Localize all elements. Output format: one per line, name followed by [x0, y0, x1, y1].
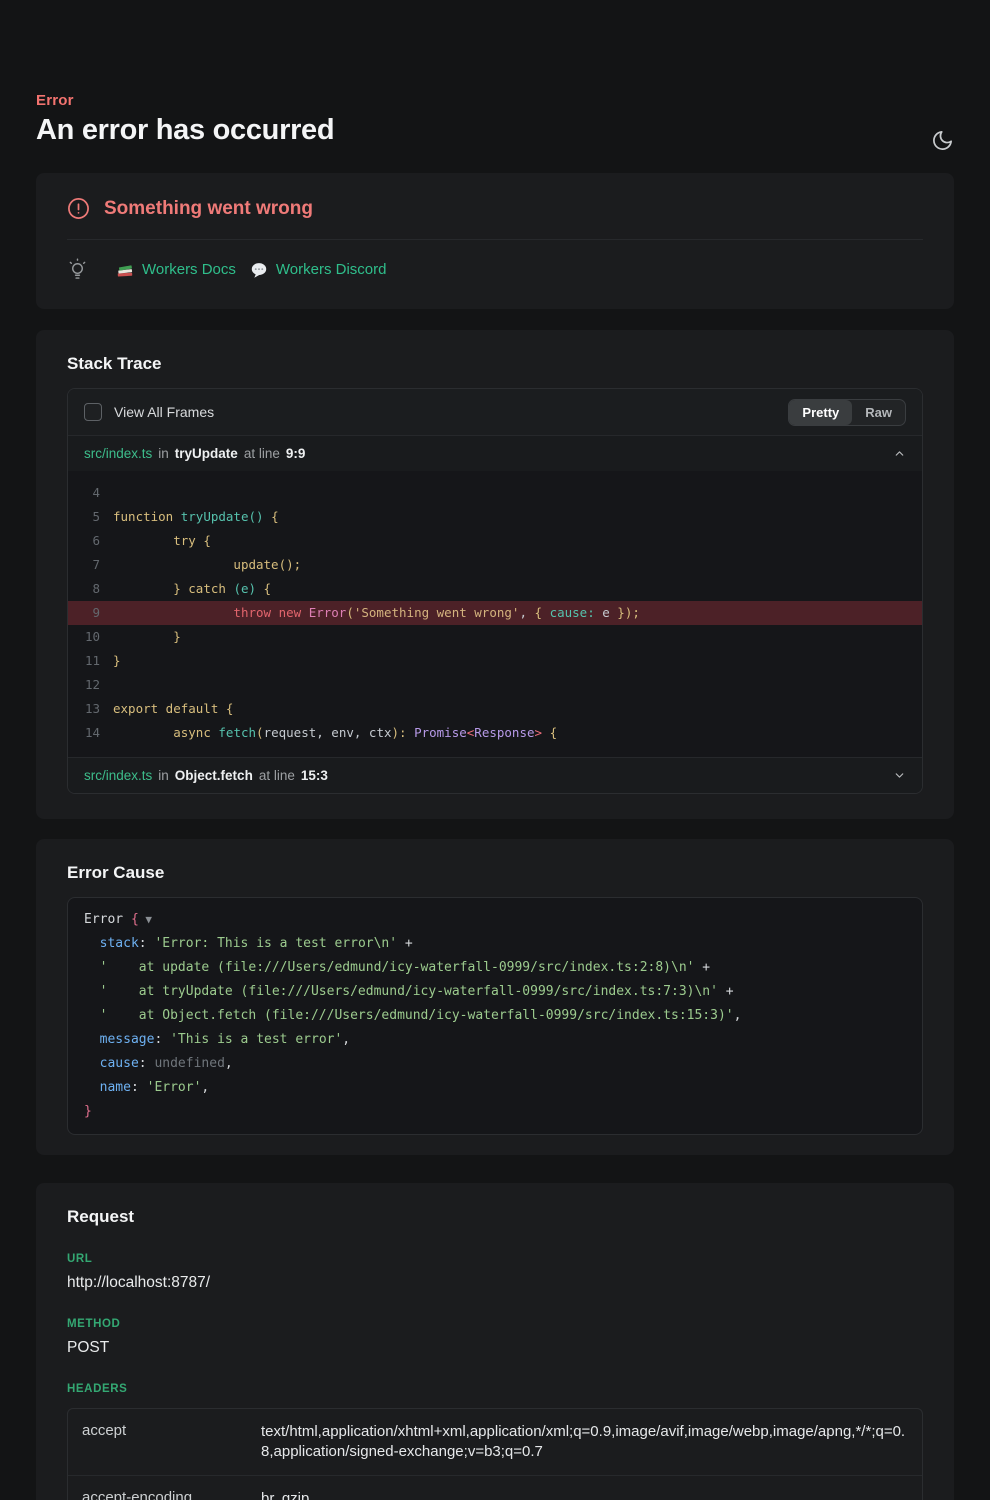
header-key: accept-encoding: [68, 1475, 247, 1500]
moon-icon: [931, 129, 954, 152]
speech-bubble-icon: [250, 261, 268, 279]
code-line-highlighted: 9 throw new Error('Something went wrong'…: [68, 601, 922, 625]
toggle-pretty-button[interactable]: Pretty: [789, 400, 852, 425]
code-line: 5function tryUpdate() {: [68, 505, 922, 529]
error-cause-line: cause: undefined,: [84, 1052, 906, 1076]
error-cause-line: ' at update (file:///Users/edmund/icy-wa…: [84, 956, 906, 980]
error-message: Something went wrong: [104, 198, 313, 220]
stack-frame-header-1[interactable]: src/index.ts in tryUpdate at line 9:9: [68, 435, 922, 471]
stack-frame-header-2[interactable]: src/index.ts in Object.fetch at line 15:…: [68, 757, 922, 793]
header-value: br, gzip: [247, 1475, 922, 1500]
code-line: 6 try {: [68, 529, 922, 553]
stack-trace-heading: Stack Trace: [67, 354, 923, 374]
view-all-frames-checkbox[interactable]: View All Frames: [84, 403, 214, 421]
frame-function: Object.fetch: [175, 768, 253, 783]
code-line: 7 update();: [68, 553, 922, 577]
error-cause-panel: Error { ▼ stack: 'Error: This is a test …: [67, 897, 923, 1135]
header-key: accept: [68, 1409, 247, 1475]
header-row: accepttext/html,application/xhtml+xml,ap…: [68, 1409, 922, 1475]
frame-file: src/index.ts: [84, 446, 152, 461]
request-card: Request URL http://localhost:8787/ METHO…: [36, 1183, 954, 1500]
frame-in-label: in: [158, 446, 169, 461]
workers-discord-label: Workers Discord: [276, 261, 387, 278]
chevron-down-icon: [893, 769, 906, 782]
code-line: 8 } catch (e) {: [68, 577, 922, 601]
code-line: 14 async fetch(request, env, ctx): Promi…: [68, 721, 922, 745]
method-label: METHOD: [67, 1318, 923, 1330]
theme-toggle-button[interactable]: [928, 126, 956, 154]
error-cause-line: stack: 'Error: This is a test error\n' +: [84, 932, 906, 956]
url-label: URL: [67, 1253, 923, 1265]
frame-in-label: in: [158, 768, 169, 783]
headers-label: HEADERS: [67, 1383, 923, 1395]
error-cause-line: }: [84, 1100, 906, 1124]
url-value: http://localhost:8787/: [67, 1274, 923, 1292]
error-cause-line: message: 'This is a test error',: [84, 1028, 906, 1052]
page-title: An error has occurred: [36, 114, 954, 147]
code-block: 45function tryUpdate() {6 try {7 update(…: [68, 471, 922, 757]
error-banner-card: Something went wrong Workers Docs: [36, 173, 954, 309]
error-cause-line: ' at Object.fetch (file:///Users/edmund/…: [84, 1004, 906, 1028]
frame-file: src/index.ts: [84, 768, 152, 783]
lightbulb-icon: [67, 257, 88, 282]
request-heading: Request: [67, 1207, 923, 1227]
code-line: 12: [68, 673, 922, 697]
headers-table: accepttext/html,application/xhtml+xml,ap…: [67, 1408, 923, 1500]
error-cause-line: ' at tryUpdate (file:///Users/edmund/icy…: [84, 980, 906, 1004]
error-cause-card: Error Cause Error { ▼ stack: 'Error: Thi…: [36, 839, 954, 1155]
error-eyebrow: Error: [36, 92, 954, 109]
stack-trace-card: Stack Trace View All Frames Pretty Raw s…: [36, 330, 954, 819]
frame-at-label: at line: [259, 768, 295, 783]
workers-docs-label: Workers Docs: [142, 261, 236, 278]
code-line: 10 }: [68, 625, 922, 649]
alert-circle-icon: [67, 197, 90, 220]
toggle-raw-button[interactable]: Raw: [852, 400, 905, 425]
error-cause-heading: Error Cause: [67, 863, 923, 883]
books-icon: [116, 261, 134, 279]
method-value: POST: [67, 1339, 923, 1357]
frame-line: 15:3: [301, 768, 328, 783]
workers-docs-link[interactable]: Workers Docs: [116, 261, 236, 279]
header-value: text/html,application/xhtml+xml,applicat…: [247, 1409, 922, 1475]
headers-table-body: accepttext/html,application/xhtml+xml,ap…: [68, 1409, 922, 1500]
code-line: 11}: [68, 649, 922, 673]
stack-trace-panel: View All Frames Pretty Raw src/index.ts …: [67, 388, 923, 794]
error-cause-line: Error { ▼: [84, 908, 906, 932]
frame-function: tryUpdate: [175, 446, 238, 461]
code-line: 13export default {: [68, 697, 922, 721]
error-cause-line: name: 'Error',: [84, 1076, 906, 1100]
code-line: 4: [68, 481, 922, 505]
pretty-raw-toggle: Pretty Raw: [788, 399, 906, 426]
frame-at-label: at line: [244, 446, 280, 461]
header-row: accept-encodingbr, gzip: [68, 1475, 922, 1500]
frame-line: 9:9: [286, 446, 306, 461]
view-all-frames-label: View All Frames: [114, 404, 214, 420]
checkbox-box[interactable]: [84, 403, 102, 421]
chevron-up-icon: [893, 447, 906, 460]
workers-discord-link[interactable]: Workers Discord: [250, 261, 387, 279]
